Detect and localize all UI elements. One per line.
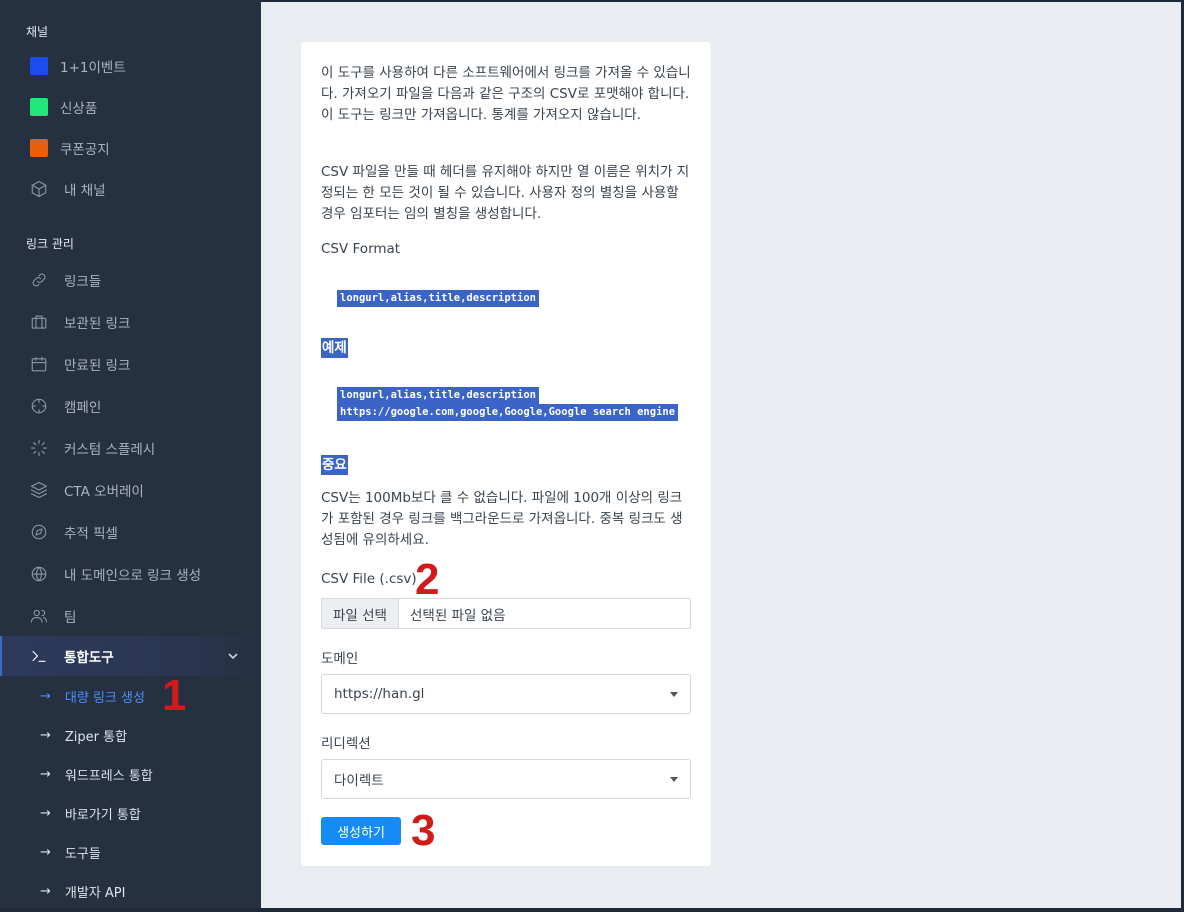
sub-item-bulk-links[interactable]: → 대량 링크 생성 [0,677,261,715]
csv-file-input[interactable]: 파일 선택 선택된 파일 없음 [321,598,691,629]
terminal-icon [30,647,48,665]
csv-file-label: CSV File (.csv) [321,571,417,587]
sidebar-item-integrations[interactable]: 통합도구 [0,636,261,676]
sub-item-wordpress[interactable]: → 워드프레스 통합 [0,755,261,793]
annotation-number-2: 2 [415,555,440,604]
arrow-right-icon: → [40,766,51,782]
channel-label: 1+1이벤트 [60,60,126,76]
window-frame-bottom [0,908,1184,912]
arrow-right-icon: → [40,805,51,821]
channel-color-swatch [30,57,48,75]
globe-icon [30,565,48,583]
sub-item-developer-api[interactable]: → 개발자 API [0,872,261,910]
link-icon [30,271,48,289]
sidebar-item-cta-overlay[interactable]: CTA 오버레이 [0,470,261,510]
domain-select[interactable]: https://han.gl [321,674,691,714]
channel-color-swatch [30,139,48,157]
domain-label: 도메인 [321,651,359,667]
briefcase-icon [30,313,48,331]
sidebar-item-team[interactable]: 팀 [0,596,261,636]
sub-item-shortcuts[interactable]: → 바로가기 통합 [0,794,261,832]
sidebar-item-label: 통합도구 [64,650,114,666]
arrow-right-icon: → [40,844,51,860]
box-icon [30,180,48,198]
sidebar: 채널 1+1이벤트 신상품 쿠폰공지 내 채널 링크 관리 링크들 보관된 링크… [0,0,261,912]
example-code-line-1: longurl,alias,title,description [337,387,539,404]
important-text: CSV는 100Mb보다 클 수 없습니다. 파일에 100개 이상의 링크가 … [321,490,683,548]
sidebar-item-label: CTA 오버레이 [64,484,144,500]
example-heading: 예제 [321,338,348,358]
sidebar-item-label: 캠페인 [64,400,102,416]
sidebar-item-campaigns[interactable]: 캠페인 [0,386,261,426]
important-heading: 중요 [321,455,348,475]
sub-item-label: 개발자 API [64,885,126,901]
redirect-label: 리디렉션 [321,736,371,752]
file-status-text: 선택된 파일 없음 [409,607,506,624]
sub-item-label: 도구들 [64,846,101,862]
main-content: 이 도구를 사용하여 다른 소프트웨어에서 링크를 가져올 수 있습니다. 가져… [261,2,1181,908]
csv-format-label: CSV Format [321,241,401,257]
sidebar-item-links[interactable]: 링크들 [0,260,261,300]
sub-item-tools[interactable]: → 도구들 [0,833,261,871]
example-code-line-2: https://google.com,google,Google,Google … [337,404,679,421]
sub-item-label: 워드프레스 통합 [64,768,153,784]
caret-down-icon [670,692,678,697]
users-icon [30,607,48,625]
caret-down-icon [670,777,678,782]
channel-label: 신상품 [60,101,98,117]
sidebar-item-label: 내 도메인으로 링크 생성 [64,568,202,584]
crosshair-icon [30,397,48,415]
sidebar-item-archived-links[interactable]: 보관된 링크 [0,302,261,342]
csv-note-text: CSV 파일을 만들 때 헤더를 유지해야 하지만 열 이름은 위치가 지정되는… [321,164,690,222]
sidebar-item-my-channels[interactable]: 내 채널 [0,169,261,209]
channel-label: 쿠폰공지 [60,142,110,158]
link-management-section-title: 링크 관리 [26,237,74,251]
intro-text: 이 도구를 사용하여 다른 소프트웨어에서 링크를 가져올 수 있습니다. 가져… [321,65,691,123]
sidebar-item-label: 팀 [64,610,77,626]
annotation-number-1: 1 [162,671,187,720]
sidebar-item-custom-splash[interactable]: 커스텀 스플레시 [0,428,261,468]
calendar-icon [30,355,48,373]
chevron-down-icon[interactable] [227,650,239,662]
compass-icon [30,523,48,541]
redirect-select[interactable]: 다이렉트 [321,759,691,799]
arrow-right-icon: → [40,688,51,704]
channels-section-title: 채널 [26,25,49,39]
loader-icon [30,439,48,457]
channel-item-new-product[interactable]: 신상품 [0,87,261,127]
sidebar-item-label: 추적 픽셀 [64,526,118,542]
sub-item-label: 바로가기 통합 [64,807,141,823]
arrow-right-icon: → [40,883,51,899]
channel-color-swatch [30,98,48,116]
redirect-select-value: 다이렉트 [334,773,384,789]
csv-format-code: longurl,alias,title,description [337,290,539,307]
sidebar-item-custom-domain[interactable]: 내 도메인으로 링크 생성 [0,554,261,594]
bulk-import-card: 이 도구를 사용하여 다른 소프트웨어에서 링크를 가져올 수 있습니다. 가져… [301,42,711,866]
sub-item-label: 대량 링크 생성 [64,690,145,706]
sub-item-ziper[interactable]: → Ziper 통합 [0,716,261,754]
sub-item-label: Ziper 통합 [64,729,128,745]
sidebar-item-expired-links[interactable]: 만료된 링크 [0,344,261,384]
channel-item-event[interactable]: 1+1이벤트 [0,46,261,86]
sidebar-item-label: 링크들 [64,274,102,290]
sidebar-item-label: 보관된 링크 [64,316,131,332]
sidebar-item-tracking-pixels[interactable]: 추적 픽셀 [0,512,261,552]
channel-item-coupon[interactable]: 쿠폰공지 [0,128,261,168]
domain-select-value: https://han.gl [334,686,425,702]
sidebar-item-label: 만료된 링크 [64,358,131,374]
layers-icon [30,481,48,499]
choose-file-button[interactable]: 파일 선택 [322,599,399,628]
sidebar-item-label: 내 채널 [64,183,106,199]
arrow-right-icon: → [40,727,51,743]
sidebar-item-label: 커스텀 스플레시 [64,442,156,458]
annotation-number-3: 3 [411,806,436,855]
generate-button[interactable]: 생성하기 [321,817,401,845]
